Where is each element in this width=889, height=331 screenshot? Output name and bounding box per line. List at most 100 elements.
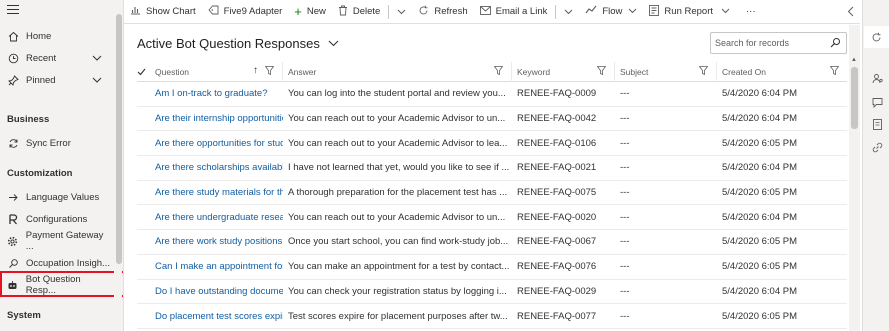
more-commands-button[interactable]: ···	[736, 0, 762, 24]
delete-more-chevron-icon[interactable]	[391, 7, 412, 17]
cell-question[interactable]: Am I on-track to graduate?	[150, 88, 283, 99]
page-title: Active Bot Question Responses	[137, 36, 320, 51]
cell-keyword: RENEE-FAQ-0076	[517, 261, 597, 273]
table-row[interactable]: Are their internship opportunities You ca…	[137, 107, 847, 132]
cell-answer: You can reach out to your Academic Advis…	[288, 137, 508, 149]
cell-keyword: RENEE-FAQ-0106	[517, 137, 597, 149]
cell-question[interactable]: Are there work study positions ava	[150, 236, 283, 247]
report-icon	[649, 4, 660, 19]
cell-question[interactable]: Are there scholarships available sp	[150, 162, 283, 173]
filter-icon[interactable]	[264, 65, 275, 77]
column-header-question[interactable]: Question ↑	[150, 61, 283, 82]
sidebar-item-home[interactable]: Home	[0, 26, 112, 46]
search-icon[interactable]	[830, 37, 841, 50]
trash-icon	[338, 5, 348, 19]
link-icon[interactable]	[871, 141, 883, 153]
show-chart-label: Show Chart	[146, 6, 196, 17]
sidebar-item-recent[interactable]: Recent	[0, 48, 112, 68]
rail-item-refresh[interactable]	[864, 26, 889, 48]
view-selector[interactable]: Active Bot Question Responses	[137, 36, 339, 51]
select-all-checkbox[interactable]	[137, 62, 150, 82]
cell-answer: You can check your registration status b…	[288, 285, 507, 297]
table-row[interactable]: Are there study materials for the p A tho…	[137, 181, 847, 206]
table-row[interactable]: Do placement test scores expire? Test sco…	[137, 304, 847, 329]
sidebar-item-occupation-insights[interactable]: Occupation Insigh...	[0, 253, 112, 273]
cell-question[interactable]: Are their internship opportunities	[150, 113, 283, 124]
filter-icon[interactable]	[493, 65, 504, 77]
sidebar-item-configurations[interactable]: Configurations	[0, 209, 112, 229]
refresh-label: Refresh	[434, 6, 468, 17]
email-link-button[interactable]: Email a Link	[474, 0, 554, 24]
delete-button[interactable]: Delete	[332, 0, 386, 24]
table-row[interactable]: Are there scholarships available sp I hav…	[137, 156, 847, 181]
cell-question[interactable]: Are there study materials for the p	[150, 187, 283, 198]
grid-scrollbar[interactable]: ▲	[849, 25, 860, 331]
sidebar-item-pinned[interactable]: Pinned	[0, 70, 112, 90]
cell-subject: ---	[620, 113, 630, 125]
cell-keyword: RENEE-FAQ-0029	[517, 285, 597, 297]
cell-question[interactable]: Do I have outstanding documents	[150, 286, 283, 297]
column-header-created-on[interactable]: Created On	[717, 62, 847, 82]
sidebar-item-label: Configurations	[26, 213, 88, 225]
cell-question[interactable]: Are there opportunities for study a	[150, 138, 283, 149]
sidebar-item-payment-gateway[interactable]: Payment Gateway ...	[0, 230, 112, 252]
sidebar-item-label: Recent	[26, 52, 57, 64]
table-row[interactable]: Am I on-track to graduate? You can log in…	[137, 82, 847, 107]
table-row[interactable]: Can I make an appointment for a t You can…	[137, 255, 847, 280]
sidebar-item-label: Occupation Insigh...	[26, 257, 110, 269]
search-box[interactable]	[710, 32, 847, 54]
cell-question[interactable]: Are there undergraduate research	[150, 212, 283, 223]
sidebar-item-label: Sync Error	[26, 137, 71, 149]
table-row[interactable]: Are there work study positions ava Once y…	[137, 230, 847, 255]
cell-created-on: 5/4/2020 6:04 PM	[722, 113, 797, 125]
cell-question[interactable]: Do placement test scores expire?	[150, 311, 283, 322]
filter-icon[interactable]	[596, 65, 607, 77]
cell-answer: Test scores expire for placement purpose…	[288, 310, 508, 322]
search-input[interactable]	[715, 38, 825, 48]
refresh-button[interactable]: Refresh	[412, 0, 473, 24]
sidebar-scrollbar-thumb[interactable]	[116, 14, 122, 264]
arrow-icon	[7, 191, 19, 203]
cell-question[interactable]: Can I make an appointment for a t	[150, 261, 283, 272]
refresh-icon	[418, 5, 429, 19]
cell-subject: ---	[620, 310, 630, 322]
email-more-chevron-icon[interactable]	[558, 7, 579, 17]
sidebar-item-language-values[interactable]: Language Values	[0, 187, 112, 207]
gear-icon	[7, 235, 19, 247]
chevron-down-icon[interactable]	[92, 75, 102, 86]
chat-icon[interactable]	[871, 96, 883, 108]
sidebar-item-label: Pinned	[26, 74, 56, 86]
flow-button[interactable]: Flow	[579, 0, 643, 24]
column-header-label: Question	[155, 66, 190, 77]
collapse-chevron-icon[interactable]	[847, 6, 854, 20]
cell-subject: ---	[620, 236, 630, 248]
chevron-down-icon[interactable]	[92, 53, 102, 64]
cell-answer: A thorough preparation for the placement…	[288, 187, 508, 199]
cell-subject: ---	[620, 137, 630, 149]
five9-adapter-button[interactable]: Five9 Adapter	[202, 0, 289, 24]
hamburger-menu-icon[interactable]	[7, 5, 19, 17]
table-row[interactable]: Are there undergraduate research You can …	[137, 205, 847, 231]
scroll-up-icon[interactable]: ▲	[851, 57, 857, 63]
grid-body: Am I on-track to graduate? You can log in…	[137, 82, 847, 329]
sidebar-item-sync-error[interactable]: Sync Error	[0, 133, 112, 153]
column-header-keyword[interactable]: Keyword	[512, 61, 615, 82]
new-button[interactable]: + New	[288, 0, 332, 24]
document-icon[interactable]	[871, 118, 883, 130]
show-chart-button[interactable]: Show Chart	[124, 0, 202, 24]
table-row[interactable]: Are there opportunities for study a You c…	[137, 131, 847, 157]
filter-icon[interactable]	[829, 65, 840, 77]
delete-label: Delete	[352, 6, 381, 17]
table-row[interactable]: Do I have outstanding documents You can c…	[137, 280, 847, 305]
run-report-button[interactable]: Run Report	[643, 0, 736, 24]
filter-icon[interactable]	[698, 65, 709, 77]
clock-icon	[7, 52, 19, 64]
cell-subject: ---	[620, 162, 630, 174]
person-settings-icon[interactable]	[871, 72, 883, 84]
grid-scrollbar-thumb[interactable]	[851, 67, 858, 129]
command-bar: Show Chart Five9 Adapter + New Delete Re…	[124, 0, 860, 24]
cell-keyword: RENEE-FAQ-0021	[517, 162, 597, 174]
column-header-subject[interactable]: Subject	[615, 61, 717, 82]
highlight-box	[0, 271, 123, 297]
column-header-answer[interactable]: Answer	[283, 61, 512, 82]
